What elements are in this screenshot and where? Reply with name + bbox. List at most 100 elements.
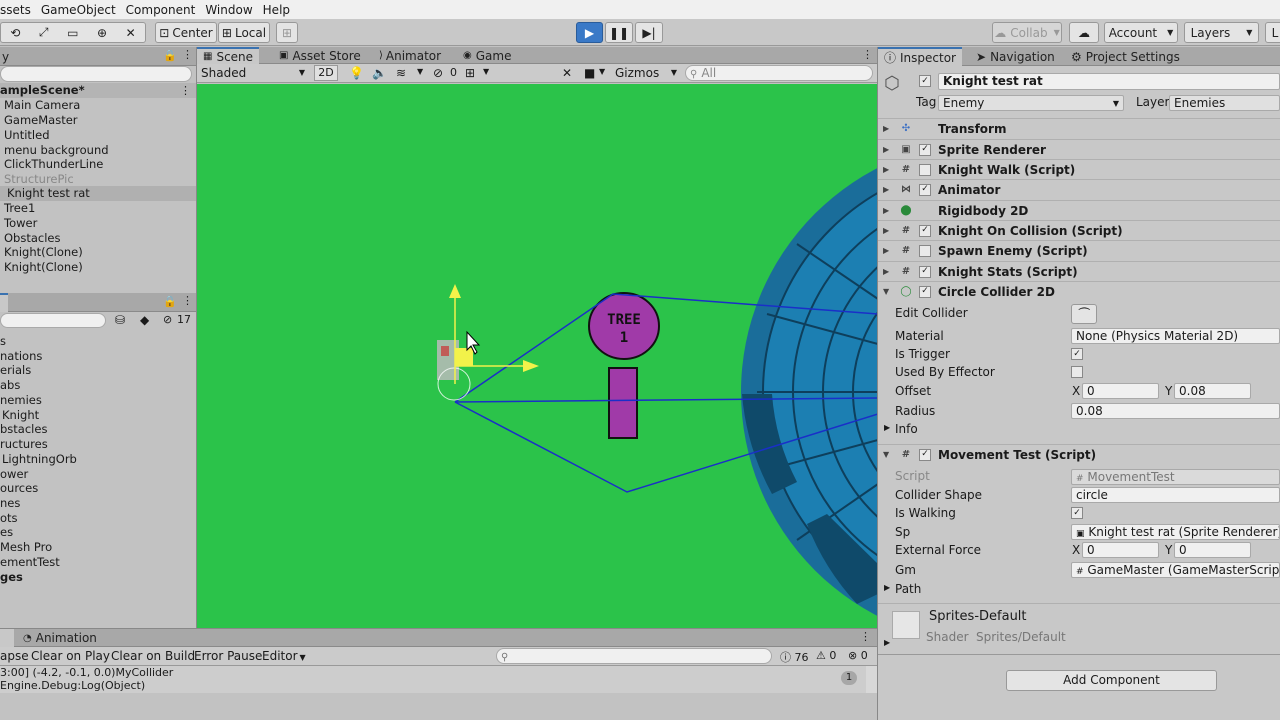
expand-arrow-icon[interactable]: ▶ [884,423,890,432]
project-tab[interactable] [0,293,8,312]
camera-icon[interactable]: ■ [584,66,595,80]
component-enabled-checkbox[interactable]: ✓ [919,448,931,461]
tab-game[interactable]: ◉ Game [457,47,517,64]
hierarchy-item[interactable]: Obstacles [4,231,60,246]
offset-y-field[interactable]: 0.08 [1174,383,1251,399]
2d-mode-toggle[interactable]: 2D [314,65,338,81]
editor-dropdown[interactable]: Editor ▼ [262,649,306,663]
hierarchy-item[interactable]: Tower [4,216,37,231]
component-enabled-checkbox[interactable] [919,244,931,257]
warning-filter-toggle[interactable]: ⚠ 0 [816,649,836,662]
tab-console[interactable] [0,629,14,648]
project-folder[interactable]: ructures [0,437,48,452]
audio-icon[interactable]: 🔈 [372,66,387,80]
hierarchy-item[interactable]: Knight(Clone) [4,245,83,260]
rect-tool-icon[interactable]: ▭ [67,26,78,40]
chevron-down-icon[interactable]: ▼ [599,67,605,76]
rotate-tool-icon[interactable]: ⟲ [10,26,20,40]
is-trigger-checkbox[interactable]: ✓ [1071,348,1083,360]
tab-animator[interactable]: ⟩ Animator [373,47,447,64]
expand-arrow-icon[interactable]: ▶ [884,583,890,592]
hierarchy-item-selected[interactable]: Knight test rat [0,186,196,201]
effects-icon[interactable]: ≋ [396,66,406,80]
component-knight-stats[interactable]: ▶ # ✓ Knight Stats (Script) [878,261,1280,281]
menu-component[interactable]: Component [121,3,201,17]
collapse-button[interactable]: apse [0,649,29,663]
grid-snap-button[interactable]: ⊞ [276,22,298,43]
menu-icon[interactable]: ⋮ [862,48,873,61]
project-search-input[interactable] [0,313,106,328]
component-enabled-checkbox[interactable]: ✓ [919,224,931,237]
tools-icon[interactable]: ✕ [562,66,572,80]
component-enabled-checkbox[interactable]: ✓ [919,143,931,156]
project-folder[interactable]: LightningOrb [2,452,77,467]
project-folder[interactable]: nemies [0,393,42,408]
component-enabled-checkbox[interactable]: ✓ [919,285,931,298]
hierarchy-item[interactable]: ClickThunderLine [4,157,103,172]
filter-by-label-icon[interactable]: ◆ [140,313,149,327]
edit-collider-button[interactable]: ⏜ [1071,304,1097,324]
menu-assets[interactable]: ssets [0,3,36,17]
info-foldout[interactable]: Info [895,422,918,436]
component-spawn-enemy[interactable]: ▶ # Spawn Enemy (Script) [878,240,1280,260]
hierarchy-item[interactable]: Knight(Clone) [4,260,83,275]
clear-on-build-button[interactable]: Clear on Build [111,649,195,663]
tab-navigation[interactable]: ➤ Navigation [970,47,1061,66]
menu-window[interactable]: Window [200,3,257,17]
project-folder[interactable]: abs [0,378,20,393]
component-knight-walk[interactable]: ▶ # Knight Walk (Script) [878,159,1280,179]
clear-on-play-button[interactable]: Clear on Play [31,649,110,663]
gm-field[interactable]: # GameMaster (GameMasterScript) [1071,562,1280,578]
component-enabled-checkbox[interactable]: ✓ [919,265,931,278]
tab-inspector[interactable]: ⓘ Inspector [878,47,962,66]
custom-tool-icon[interactable]: ✕ [126,26,136,40]
menu-gameobject[interactable]: GameObject [36,3,121,17]
shading-mode-dropdown[interactable]: Shaded ▼ [201,66,307,81]
chevron-down-icon[interactable]: ▼ [483,67,489,76]
collider-shape-field[interactable]: circle [1071,487,1280,503]
hierarchy-tab[interactable]: y [0,47,15,66]
force-x-field[interactable]: 0 [1082,542,1159,558]
pivot-center-button[interactable]: ⊡ Center [155,22,217,43]
layers-dropdown[interactable]: Layers ▼ [1184,22,1259,43]
scene-search-input[interactable]: ⚲ All [685,65,873,81]
transform-tool-icon[interactable]: ⊕ [97,26,107,40]
is-walking-checkbox[interactable]: ✓ [1071,507,1083,519]
tab-asset-store[interactable]: ▣ Asset Store [273,47,367,64]
project-folder[interactable]: s [0,334,6,349]
component-sprite-renderer[interactable]: ▶ ▣ ✓ Sprite Renderer [878,139,1280,159]
radius-field[interactable]: 0.08 [1071,403,1280,419]
tag-dropdown[interactable]: Enemy ▼ [938,95,1124,111]
step-button[interactable]: ▶| [635,22,663,43]
project-folder[interactable]: ots [0,511,18,526]
grid-icon[interactable]: ⊞ [465,66,475,80]
tree-sprite[interactable]: TREE 1 [588,292,660,439]
log-filter-toggle[interactable]: ⓘ 76 [780,649,809,665]
tab-project-settings[interactable]: ⚙ Project Settings [1065,47,1186,66]
gameobject-active-checkbox[interactable]: ✓ [919,75,931,87]
lighting-icon[interactable]: 💡 [349,66,364,80]
project-folder[interactable]: es [0,525,13,540]
menu-icon[interactable]: ⋮ [182,294,193,307]
hierarchy-item[interactable]: menu background [4,143,109,158]
hierarchy-item[interactable]: Main Camera [4,98,80,113]
component-enabled-checkbox[interactable] [919,163,931,176]
used-by-effector-checkbox[interactable] [1071,366,1083,378]
project-folder[interactable]: nations [0,349,42,364]
project-folder[interactable]: ources [0,481,38,496]
play-button[interactable]: ▶ [576,22,603,43]
hierarchy-search-input[interactable] [0,66,192,82]
hierarchy-item-disabled[interactable]: StructurePic [4,172,74,187]
component-rigidbody2d[interactable]: ▶ ⬤ Rigidbody 2D [878,200,1280,220]
hierarchy-item[interactable]: Untitled [4,128,50,143]
pivot-local-button[interactable]: ⊞ Local [218,22,270,43]
layout-dropdown[interactable]: L [1265,22,1280,43]
project-folder[interactable]: Knight [2,408,39,423]
project-folder[interactable]: ower [0,467,28,482]
cloud-button[interactable]: ☁ [1069,22,1099,43]
offset-x-field[interactable]: 0 [1082,383,1159,399]
project-folder[interactable]: ementTest [0,555,60,570]
layer-dropdown[interactable]: Enemies [1169,95,1280,111]
component-transform[interactable]: ▶ ✣ Transform [878,118,1280,138]
account-dropdown[interactable]: Account ▼ [1104,22,1178,43]
